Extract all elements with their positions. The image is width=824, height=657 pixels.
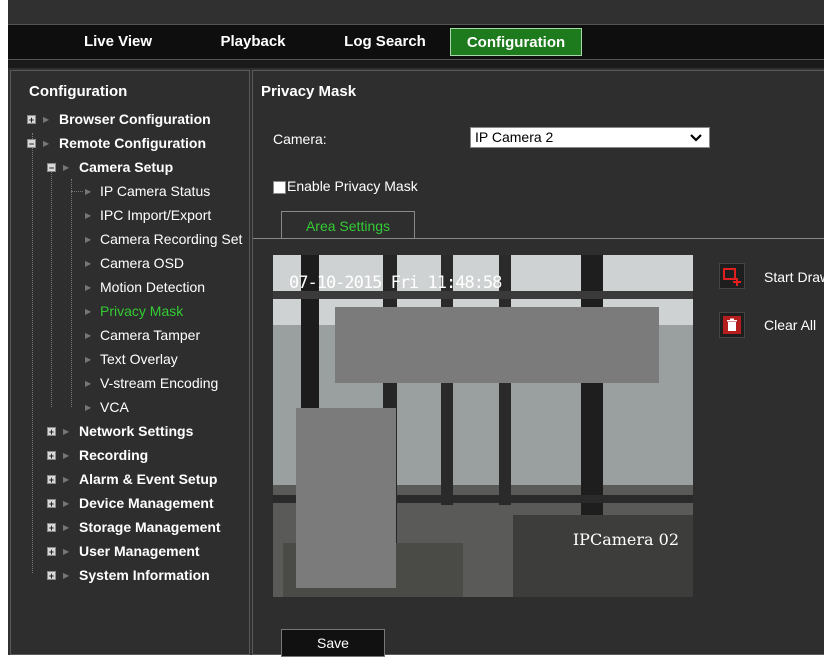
main-panel: Privacy Mask Camera: IP Camera 2 Enable … (252, 70, 824, 657)
camera-label: Camera: (273, 131, 327, 147)
trash-icon (723, 316, 741, 334)
osd-timestamp: 07-10-2015 Fri 11:48:58 (289, 273, 502, 293)
sidebar-item-camera-setup[interactable]: Camera Setup (79, 157, 173, 177)
arrow-icon: ▶ (85, 403, 92, 412)
sidebar-item-storage-management[interactable]: Storage Management (79, 517, 221, 537)
arrow-icon: ▶ (85, 379, 92, 388)
collapse-icon[interactable]: − (27, 139, 36, 149)
expand-icon[interactable]: + (47, 523, 56, 533)
sidebar-item-browser-configuration[interactable]: Browser Configuration (59, 109, 211, 129)
arrow-icon: ▶ (63, 451, 70, 460)
nav-divider (8, 60, 824, 68)
arrow-icon: ▶ (63, 571, 70, 580)
arrow-icon: ▶ (63, 475, 70, 484)
arrow-icon: ▶ (43, 115, 50, 124)
tree-connector (71, 191, 83, 192)
sidebar-item-camera-recording-set[interactable]: Camera Recording Set (100, 229, 242, 249)
collapse-icon[interactable]: − (47, 163, 56, 173)
sidebar-item-system-information[interactable]: System Information (79, 565, 210, 585)
expand-icon[interactable]: + (47, 547, 56, 557)
sidebar-item-remote-configuration[interactable]: Remote Configuration (59, 133, 206, 153)
tab-configuration[interactable]: Configuration (450, 28, 582, 56)
camera-select[interactable]: IP Camera 2 (470, 127, 710, 148)
expand-icon[interactable]: + (47, 571, 56, 581)
privacy-mask-area[interactable] (335, 307, 659, 383)
arrow-icon: ▶ (63, 427, 70, 436)
sidebar-item-camera-tamper[interactable]: Camera Tamper (100, 325, 200, 345)
clear-all-label[interactable]: Clear All (764, 317, 816, 333)
enable-privacy-mask-label: Enable Privacy Mask (287, 178, 418, 194)
tab-log-search[interactable]: Log Search (330, 28, 440, 56)
start-draw-button[interactable] (719, 263, 745, 289)
sidebar-item-vca[interactable]: VCA (100, 397, 129, 417)
chevron-down-icon (689, 128, 703, 152)
sidebar-item-ipc-import-export[interactable]: IPC Import/Export (100, 205, 211, 225)
sidebar-item-network-settings[interactable]: Network Settings (79, 421, 193, 441)
sidebar-item-motion-detection[interactable]: Motion Detection (100, 277, 205, 297)
arrow-icon: ▶ (85, 307, 92, 316)
save-button[interactable]: Save (281, 629, 385, 657)
top-navigation: Live View Playback Log Search Configurat… (8, 24, 824, 60)
arrow-icon: ▶ (85, 355, 92, 364)
arrow-icon: ▶ (63, 499, 70, 508)
arrow-icon: ▶ (63, 163, 70, 172)
sidebar: Configuration + ▶ Browser Configuration … (10, 70, 250, 655)
clear-all-button[interactable] (719, 312, 745, 338)
arrow-icon: ▶ (85, 283, 92, 292)
start-draw-label[interactable]: Start Draw (764, 269, 824, 285)
expand-icon[interactable]: + (27, 115, 36, 125)
camera-video-preview[interactable]: 07-10-2015 Fri 11:48:58 IPCamera 02 (273, 255, 693, 597)
sidebar-item-user-management[interactable]: User Management (79, 541, 200, 561)
expand-icon[interactable]: + (47, 475, 56, 485)
sidebar-item-privacy-mask[interactable]: Privacy Mask (100, 301, 183, 321)
app-frame: Live View Playback Log Search Configurat… (8, 0, 824, 657)
tab-live-view[interactable]: Live View (68, 28, 168, 56)
sidebar-item-v-stream-encoding[interactable]: V-stream Encoding (100, 373, 218, 393)
page-title: Privacy Mask (261, 83, 357, 100)
sidebar-title: Configuration (29, 83, 128, 100)
camera-select-value: IP Camera 2 (475, 129, 554, 145)
expand-icon[interactable]: + (47, 451, 56, 461)
arrow-icon: ▶ (85, 235, 92, 244)
arrow-icon: ▶ (43, 139, 50, 148)
arrow-icon: ▶ (63, 523, 70, 532)
arrow-icon: ▶ (85, 259, 92, 268)
sidebar-item-ip-camera-status[interactable]: IP Camera Status (100, 181, 210, 201)
privacy-mask-area[interactable] (296, 408, 396, 588)
arrow-icon: ▶ (63, 547, 70, 556)
sidebar-item-alarm-event-setup[interactable]: Alarm & Event Setup (79, 469, 217, 489)
sidebar-item-text-overlay[interactable]: Text Overlay (100, 349, 178, 369)
sidebar-item-recording[interactable]: Recording (79, 445, 148, 465)
arrow-icon: ▶ (85, 331, 92, 340)
tab-playback[interactable]: Playback (208, 28, 298, 56)
tree-connector (32, 133, 33, 573)
enable-privacy-mask-checkbox[interactable] (273, 180, 286, 194)
expand-icon[interactable]: + (47, 427, 56, 437)
draw-rectangle-icon (723, 268, 741, 286)
expand-icon[interactable]: + (47, 499, 56, 509)
arrow-icon: ▶ (85, 211, 92, 220)
enable-privacy-mask-row[interactable]: Enable Privacy Mask (273, 177, 418, 195)
sidebar-item-device-management[interactable]: Device Management (79, 493, 214, 513)
tree-connector (51, 171, 52, 407)
tree-connector (71, 179, 72, 407)
tab-divider (253, 238, 824, 239)
tab-area-settings[interactable]: Area Settings (281, 211, 415, 239)
sidebar-item-camera-osd[interactable]: Camera OSD (100, 253, 184, 273)
osd-camera-name: IPCamera 02 (572, 530, 679, 549)
arrow-icon: ▶ (85, 187, 92, 196)
